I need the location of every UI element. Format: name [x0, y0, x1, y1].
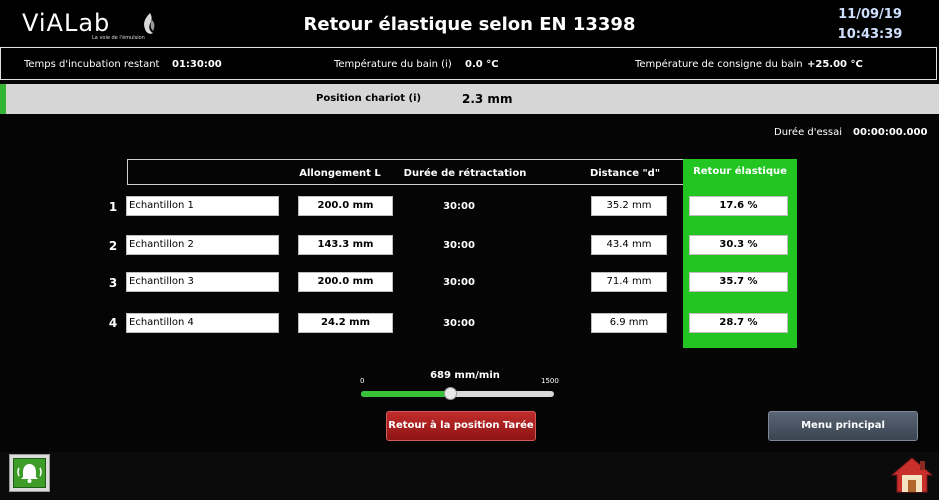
elastic-return-value: 35.7 % [689, 272, 788, 292]
chariot-position-value: 2.3 mm [462, 92, 513, 106]
distance-field[interactable]: 71.4 mm [591, 272, 667, 292]
row-number: 2 [108, 239, 118, 253]
main-menu-button[interactable]: Menu principal [768, 411, 918, 441]
incubation-label: Temps d'incubation restant [24, 59, 160, 70]
sample-name-field[interactable]: Echantillon 1 [126, 196, 279, 216]
header-date: 11/09/19 [838, 7, 902, 22]
test-duration-label: Durée d'essai [774, 127, 842, 138]
distance-field[interactable]: 35.2 mm [591, 196, 667, 216]
retraction-value: 30:00 [443, 201, 475, 212]
elongation-field[interactable]: 143.3 mm [298, 235, 393, 255]
sample-name-field[interactable]: Echantillon 3 [126, 272, 279, 292]
distance-field[interactable]: 43.4 mm [591, 235, 667, 255]
sample-name-field[interactable]: Echantillon 4 [126, 313, 279, 333]
elastic-return-value: 30.3 % [689, 235, 788, 255]
col-header-elongation: Allongement L [299, 168, 381, 179]
incubation-value: 01:30:00 [172, 59, 222, 70]
elongation-field[interactable]: 200.0 mm [298, 272, 393, 292]
test-duration-value: 00:00:00.000 [853, 127, 928, 138]
chariot-position-label: Position chariot (i) [316, 93, 422, 104]
setpoint-label: Température de consigne du bain [635, 59, 803, 70]
chariot-indicator [0, 84, 6, 114]
page-title: Retour élastique selon EN 13398 [303, 14, 636, 35]
elastic-return-value: 17.6 % [689, 196, 788, 216]
home-icon[interactable] [890, 455, 934, 495]
elastic-return-value: 28.7 % [689, 313, 788, 333]
speed-max-label: 1500 [541, 377, 559, 385]
setpoint-value: +25.00 °C [807, 59, 863, 70]
header-time: 10:43:39 [837, 27, 903, 42]
row-number: 1 [108, 200, 118, 214]
logo-tagline: La voie de l'émulsion [92, 35, 145, 41]
elongation-field[interactable]: 24.2 mm [298, 313, 393, 333]
col-header-elastic-return: Retour élastique [693, 166, 787, 177]
alarm-bell-icon[interactable] [13, 458, 46, 488]
retraction-value: 30:00 [443, 277, 475, 288]
speed-min-label: 0 [360, 377, 365, 385]
speed-value-label: 689 mm/min [430, 370, 500, 381]
col-header-retraction: Durée de rétractation [403, 168, 527, 179]
bath-temp-value: 0.0 °C [465, 59, 499, 70]
retraction-value: 30:00 [443, 240, 475, 251]
elongation-field[interactable]: 200.0 mm [298, 196, 393, 216]
speed-slider-fill [361, 391, 450, 397]
retraction-value: 30:00 [443, 318, 475, 329]
speed-slider-thumb[interactable] [443, 387, 457, 400]
row-number: 3 [108, 276, 118, 290]
row-number: 4 [108, 316, 118, 330]
bath-temp-label: Température du bain (i) [334, 59, 452, 70]
sample-name-field[interactable]: Echantillon 2 [126, 235, 279, 255]
col-header-distance: Distance "d" [589, 168, 661, 179]
distance-field[interactable]: 6.9 mm [591, 313, 667, 333]
footer-bar [0, 452, 939, 500]
return-to-tare-button[interactable]: Retour à la position Tarée [386, 411, 536, 441]
